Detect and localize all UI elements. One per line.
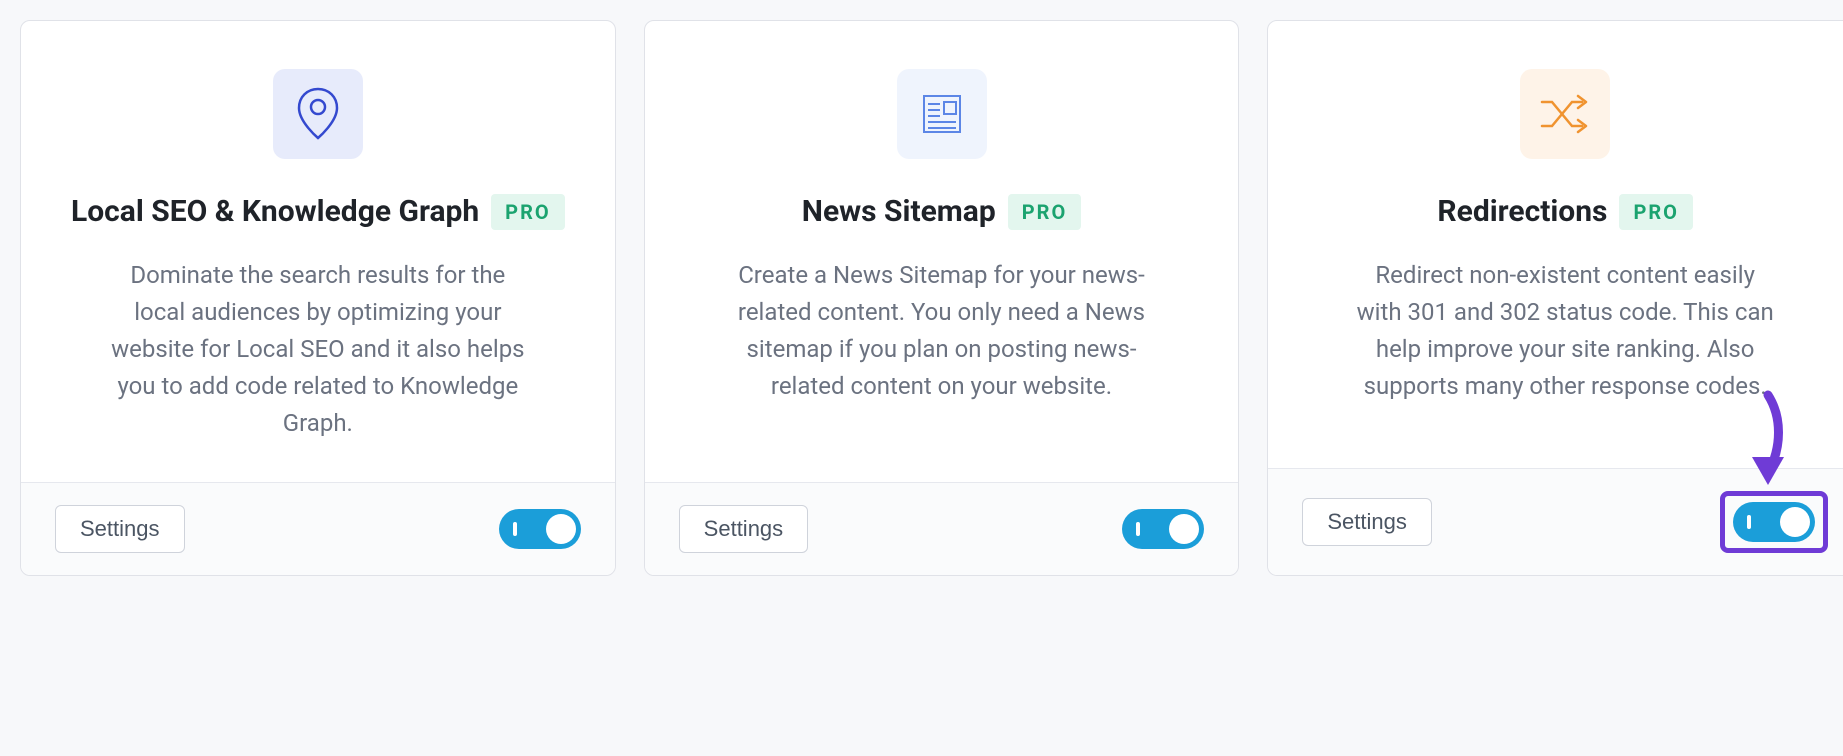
card-body: Redirections PRO Redirect non-existent c…: [1268, 21, 1843, 468]
card-title: Local SEO & Knowledge Graph: [71, 193, 479, 231]
pro-badge: PRO: [1619, 194, 1693, 230]
settings-button[interactable]: Settings: [1302, 498, 1432, 546]
annotation-highlight: [1720, 491, 1828, 553]
pro-badge: PRO: [491, 194, 565, 230]
settings-button[interactable]: Settings: [679, 505, 809, 553]
feature-toggle[interactable]: [499, 509, 581, 549]
card-body: Local SEO & Knowledge Graph PRO Dominate…: [21, 21, 615, 482]
card-title: Redirections: [1437, 193, 1607, 231]
feature-toggle[interactable]: [1733, 502, 1815, 542]
card-footer: Settings: [645, 482, 1239, 575]
shuffle-icon: [1520, 69, 1610, 159]
card-title-row: Local SEO & Knowledge Graph PRO: [71, 193, 565, 231]
card-title: News Sitemap: [802, 193, 996, 231]
newspaper-icon: [897, 69, 987, 159]
card-footer: Settings: [21, 482, 615, 575]
card-title-row: News Sitemap PRO: [802, 193, 1081, 231]
card-news-sitemap: News Sitemap PRO Create a News Sitemap f…: [644, 20, 1240, 576]
card-local-seo: Local SEO & Knowledge Graph PRO Dominate…: [20, 20, 616, 576]
card-title-row: Redirections PRO: [1437, 193, 1693, 231]
card-description: Dominate the search results for the loca…: [108, 257, 528, 443]
feature-toggle[interactable]: [1122, 509, 1204, 549]
map-pin-icon: [273, 69, 363, 159]
card-description: Create a News Sitemap for your news-rela…: [732, 257, 1152, 406]
feature-cards-row: Local SEO & Knowledge Graph PRO Dominate…: [20, 20, 1843, 576]
card-description: Redirect non-existent content easily wit…: [1355, 257, 1775, 406]
settings-button[interactable]: Settings: [55, 505, 185, 553]
card-footer: Settings: [1268, 468, 1843, 575]
pro-badge: PRO: [1008, 194, 1082, 230]
card-body: News Sitemap PRO Create a News Sitemap f…: [645, 21, 1239, 482]
card-redirections: Redirections PRO Redirect non-existent c…: [1267, 20, 1843, 576]
